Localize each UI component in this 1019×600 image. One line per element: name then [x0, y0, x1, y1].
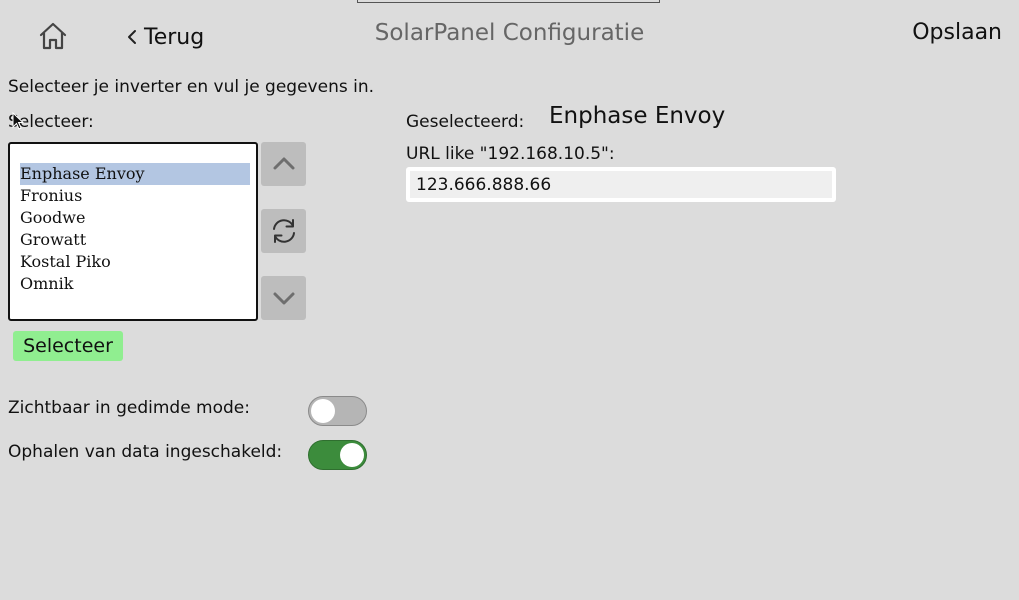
intro-text: Selecteer je inverter en vul je gegevens… [8, 77, 375, 97]
url-label: URL like "192.168.10.5": [406, 144, 615, 164]
list-item[interactable]: Growatt [20, 229, 250, 251]
url-field-frame [406, 167, 836, 202]
list-item[interactable]: Goodwe [20, 207, 250, 229]
dimmed-mode-toggle[interactable] [308, 396, 367, 426]
dimmed-mode-label: Zichtbaar in gedimde mode: [8, 398, 250, 418]
scroll-down-button[interactable] [261, 276, 306, 320]
list-item[interactable]: Kostal Piko [20, 251, 250, 273]
selected-caption: Geselecteerd: [406, 112, 525, 132]
list-item[interactable]: Omnik [20, 273, 250, 295]
back-label: Terug [144, 24, 205, 50]
select-label: Selecteer: [8, 112, 94, 132]
chevron-left-icon [128, 30, 136, 44]
chevron-up-icon [273, 157, 294, 170]
home-icon [39, 22, 67, 50]
list-item[interactable]: Enphase Envoy [20, 163, 250, 185]
inverter-listbox[interactable]: Enphase Envoy Fronius Goodwe Growatt Kos… [8, 142, 258, 321]
url-input[interactable] [410, 171, 832, 198]
toggle-knob [311, 399, 335, 423]
toggle-knob [340, 443, 364, 467]
refresh-button[interactable] [261, 209, 306, 253]
list-item[interactable]: Fronius [20, 185, 250, 207]
scroll-up-button[interactable] [261, 142, 306, 186]
back-button[interactable]: Terug [124, 20, 204, 54]
chevron-down-icon [273, 292, 294, 305]
top-frame-edge [357, 0, 660, 3]
data-fetch-toggle[interactable] [308, 440, 367, 470]
save-button[interactable]: Opslaan [912, 20, 1002, 45]
home-button[interactable] [36, 20, 70, 52]
selected-inverter: Enphase Envoy [549, 103, 726, 129]
data-fetch-label: Ophalen van data ingeschakeld: [8, 442, 283, 462]
refresh-icon [272, 219, 295, 243]
select-button[interactable]: Selecteer [13, 331, 123, 361]
